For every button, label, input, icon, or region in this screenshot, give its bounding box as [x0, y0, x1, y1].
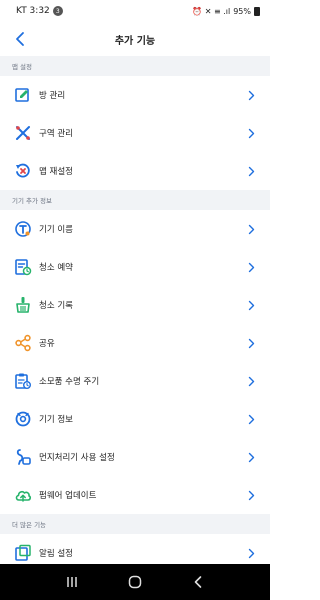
dust-station-icon — [14, 448, 32, 466]
home-icon — [128, 575, 142, 589]
recent-apps-icon — [66, 577, 77, 587]
menu-item-device-info[interactable]: 기기 정보 — [0, 400, 270, 438]
room-edit-icon — [14, 86, 32, 104]
notification-icon — [14, 544, 32, 562]
chevron-right-icon — [246, 489, 256, 501]
status-bar: KT 3:32 3 ⏰ ✕ ≡ .ıl 95% — [0, 0, 270, 22]
device-info-icon — [14, 410, 32, 428]
section-header-more-features: 더 많은 기능 — [0, 514, 270, 534]
menu-item-zone-management[interactable]: 구역 관리 — [0, 114, 270, 152]
recent-apps-button[interactable] — [60, 570, 84, 594]
menu-item-label: 청소 예약 — [39, 263, 73, 273]
status-indicators: ⏰ ✕ ≡ .ıl — [192, 6, 231, 16]
chevron-right-icon — [246, 89, 256, 101]
status-time: KT 3:32 — [16, 6, 50, 16]
status-left: KT 3:32 3 — [16, 6, 63, 16]
map-reset-icon — [14, 162, 32, 180]
menu-item-label: 구역 관리 — [39, 129, 73, 139]
chevron-right-icon — [246, 413, 256, 425]
share-icon — [14, 334, 32, 352]
consumables-icon — [14, 372, 32, 390]
home-button[interactable] — [123, 570, 147, 594]
app-header: 추가 기능 — [0, 22, 270, 56]
menu-item-cleaning-schedule[interactable]: 청소 예약 — [0, 248, 270, 286]
menu-item-label: 펌웨어 업데이트 — [39, 491, 97, 501]
battery-level: 95% — [233, 6, 251, 16]
menu-item-room-management[interactable]: 방 관리 — [0, 76, 270, 114]
notification-count-badge: 3 — [52, 6, 63, 16]
menu-item-map-reset[interactable]: 맵 재설정 — [0, 152, 270, 190]
status-right: ⏰ ✕ ≡ .ıl 95% — [192, 6, 260, 16]
menu-item-label: 기기 이름 — [39, 225, 73, 235]
back-nav-button[interactable] — [186, 570, 210, 594]
chevron-right-icon — [246, 337, 256, 349]
chevron-right-icon — [246, 261, 256, 273]
device-name-icon — [14, 220, 32, 238]
firmware-update-icon — [14, 486, 32, 504]
menu-item-firmware-update[interactable]: 펌웨어 업데이트 — [0, 476, 270, 514]
menu-item-consumables-lifecycle[interactable]: 소모품 수명 주기 — [0, 362, 270, 400]
menu-item-dust-station-settings[interactable]: 먼지처리기 사용 설정 — [0, 438, 270, 476]
battery-icon — [254, 6, 260, 16]
menu-item-device-name[interactable]: 기기 이름 — [0, 210, 270, 248]
chevron-right-icon — [246, 547, 256, 559]
chevron-right-icon — [246, 299, 256, 311]
menu-item-label: 맵 재설정 — [39, 167, 73, 177]
broom-icon — [14, 296, 32, 314]
chevron-right-icon — [246, 223, 256, 235]
section-header-map-settings: 맵 설정 — [0, 56, 270, 76]
chevron-right-icon — [246, 127, 256, 139]
menu-item-cleaning-history[interactable]: 청소 기록 — [0, 286, 270, 324]
back-arrow-icon — [16, 32, 24, 46]
menu-item-label: 먼지처리기 사용 설정 — [39, 453, 115, 463]
menu-item-label: 소모품 수명 주기 — [39, 377, 100, 387]
section-header-device-info: 기기 추가 정보 — [0, 190, 270, 210]
schedule-icon — [14, 258, 32, 276]
menu-item-share[interactable]: 공유 — [0, 324, 270, 362]
chevron-right-icon — [246, 451, 256, 463]
back-button[interactable] — [10, 29, 30, 49]
menu-item-label: 청소 기록 — [39, 301, 73, 311]
menu-item-label: 알림 설정 — [39, 549, 73, 559]
chevron-right-icon — [246, 165, 256, 177]
back-nav-icon — [195, 576, 202, 588]
page-title: 추가 기능 — [114, 35, 156, 47]
menu-item-label: 방 관리 — [39, 91, 66, 101]
menu-item-label: 공유 — [39, 339, 55, 349]
chevron-right-icon — [246, 375, 256, 387]
menu-item-label: 기기 정보 — [39, 415, 73, 425]
system-navigation-bar — [0, 564, 270, 600]
zone-icon — [14, 124, 32, 142]
